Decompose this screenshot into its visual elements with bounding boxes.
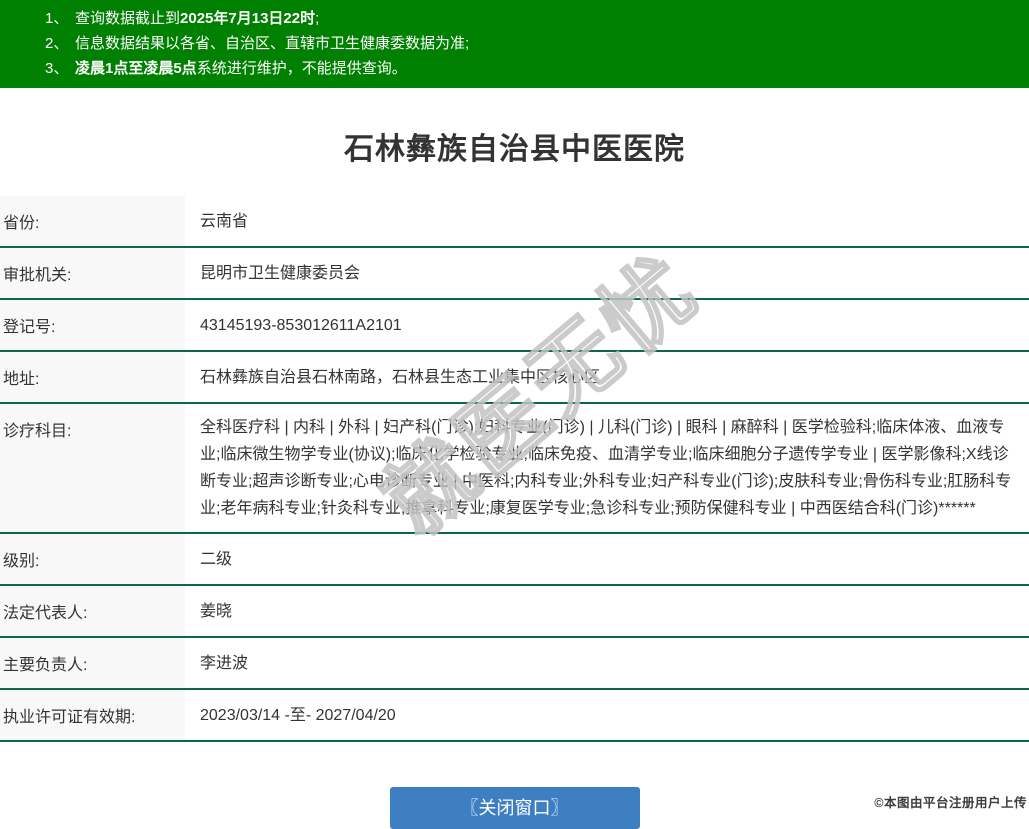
row-label-legal-representative: 法定代表人: — [0, 586, 185, 636]
row-label-province: 省份: — [0, 196, 185, 246]
notice-line-3-post: 系统进行维护，不能提供查询。 — [196, 60, 407, 77]
notice-line-2-number: 2、 — [45, 35, 69, 52]
row-value-license-validity: 2023/03/14 -至- 2027/04/20 — [200, 706, 396, 724]
notice-banner: 1、 查询数据截止到2025年7月13日22时; 2、 信息数据结果以各省、自治区、… — [0, 0, 1029, 88]
row-label-address: 地址: — [0, 352, 185, 402]
notice-line-1-text: 查询数据截止到 — [75, 10, 181, 27]
upload-credit-text: ©本图由平台注册用户上传 — [874, 796, 1027, 810]
row-label-approval-authority: 审批机关: — [0, 248, 185, 298]
page-title: 石林彝族自治县中医医院 — [344, 133, 685, 166]
notice-line-1: 1、 查询数据截止到2025年7月13日22时; — [0, 6, 1029, 31]
table-row-legal-representative: 法定代表人: 姜晓 — [0, 586, 1029, 638]
row-label-person-in-charge: 主要负责人: — [0, 638, 185, 688]
table-row-level: 级别: 二级 — [0, 534, 1029, 586]
row-value-province: 云南省 — [200, 212, 249, 230]
notice-line-1-bold: 2025年7月13日22时 — [180, 10, 316, 27]
close-window-button[interactable]: 〖关闭窗口〗 — [389, 787, 640, 829]
table-row-registration-number: 登记号: 43145193-853012611A2101 — [0, 300, 1029, 352]
row-label-license-validity: 执业许可证有效期: — [0, 690, 185, 740]
notice-line-3-bold: 凌晨1点至凌晨5点 — [75, 60, 197, 77]
row-label-medical-subjects: 诊疗科目: — [0, 404, 185, 532]
table-row-province: 省份: 云南省 — [0, 196, 1029, 248]
row-value-registration-number: 43145193-853012611A2101 — [200, 316, 402, 334]
row-value-address: 石林彝族自治县石林南路，石林县生态工业集中区核心区 — [200, 368, 601, 386]
row-value-medical-subjects: 全科医疗科 | 内科 | 外科 | 妇产科(门诊);妇科专业(门诊) | 儿科(… — [200, 419, 1012, 517]
table-row-person-in-charge: 主要负责人: 李进波 — [0, 638, 1029, 690]
notice-line-2-text: 信息数据结果以各省、自治区、直辖市卫生健康委数据为准; — [75, 35, 470, 52]
table-row-approval-authority: 审批机关: 昆明市卫生健康委员会 — [0, 248, 1029, 300]
row-value-level: 二级 — [200, 550, 233, 568]
row-value-legal-representative: 姜晓 — [200, 602, 233, 620]
notice-line-1-number: 1、 — [45, 10, 69, 27]
notice-line-3-number: 3、 — [45, 60, 69, 77]
row-label-registration-number: 登记号: — [0, 300, 185, 350]
row-value-approval-authority: 昆明市卫生健康委员会 — [200, 264, 361, 282]
notice-line-1-post: ; — [315, 10, 320, 27]
notice-line-3: 3、 凌晨1点至凌晨5点系统进行维护，不能提供查询。 — [0, 56, 1029, 81]
table-row-address: 地址: 石林彝族自治县石林南路，石林县生态工业集中区核心区 — [0, 352, 1029, 404]
table-row-medical-subjects: 诊疗科目: 全科医疗科 | 内科 | 外科 | 妇产科(门诊);妇科专业(门诊)… — [0, 404, 1029, 534]
table-row-license-validity: 执业许可证有效期: 2023/03/14 -至- 2027/04/20 — [0, 690, 1029, 742]
row-value-person-in-charge: 李进波 — [200, 654, 249, 672]
row-label-level: 级别: — [0, 534, 185, 584]
notice-line-2: 2、 信息数据结果以各省、自治区、直辖市卫生健康委数据为准; — [0, 31, 1029, 56]
hospital-info-table: 省份: 云南省 审批机关: 昆明市卫生健康委员会 登记号: 43145193-8… — [0, 196, 1029, 742]
